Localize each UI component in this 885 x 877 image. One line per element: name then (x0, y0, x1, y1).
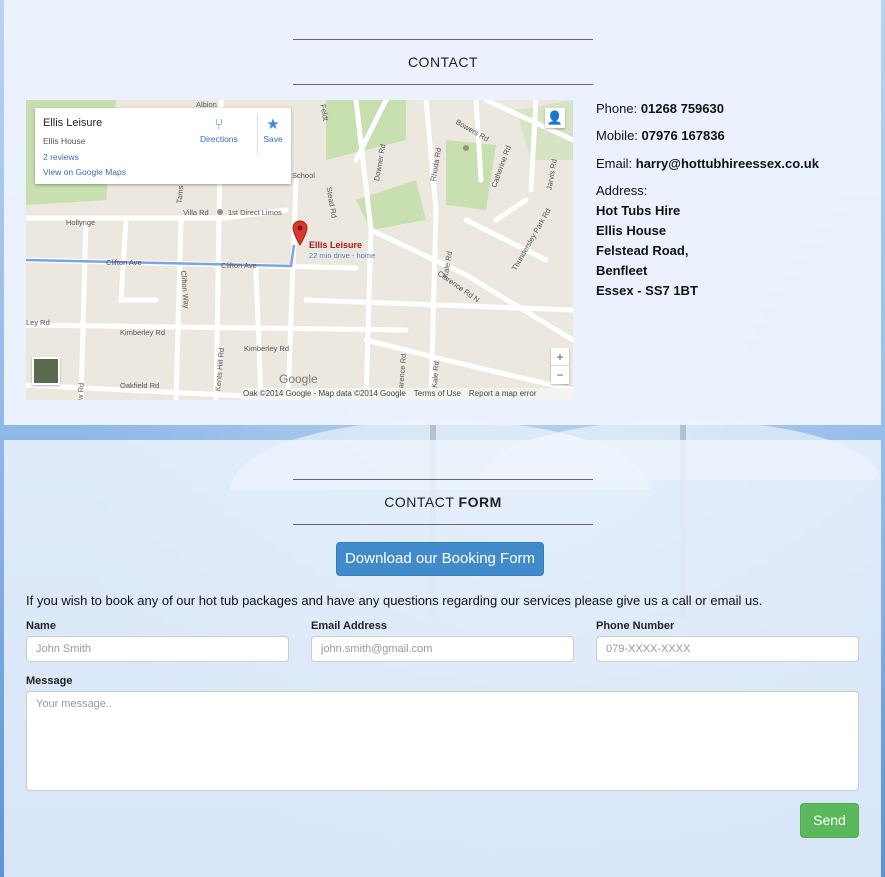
address-line: Essex - SS7 1BT (596, 283, 698, 298)
directions-icon: ⑂ (214, 116, 224, 133)
address-line: Hot Tubs Hire (596, 203, 681, 218)
view-on-google-maps-link[interactable]: View on Google Maps (43, 167, 126, 177)
map-pin-icon[interactable] (292, 220, 308, 246)
terms-of-use-link[interactable]: Terms of Use (414, 389, 461, 398)
email-label: Email: (596, 156, 633, 171)
place-address: Ellis House (43, 136, 86, 146)
address-line: Benfleet (596, 263, 648, 278)
street-label: Ley Rd (26, 318, 50, 327)
contact-form-heading-light: CONTACT (384, 494, 455, 510)
map-pin-drive-time[interactable]: 22 min drive - home (309, 251, 375, 260)
phone-number: 01268 759630 (640, 101, 724, 116)
star-icon: ★ (266, 116, 280, 133)
street-label: Clifton Ave (221, 261, 257, 270)
map-footer-oak: Oak (243, 389, 258, 398)
download-booking-form-button[interactable]: Download our Booking Form (336, 542, 544, 576)
contact-form-heading: CONTACT FORM (293, 479, 593, 525)
save-label: Save (263, 134, 283, 144)
email-row: Email: harry@hottubhireessex.co.uk (596, 156, 819, 171)
message-label: Message (26, 675, 73, 687)
form-intro-text: If you wish to book any of our hot tub p… (26, 593, 763, 608)
contact-heading-text: CONTACT (407, 54, 479, 70)
street-label: Villa Rd (183, 208, 209, 217)
mobile-label: Mobile: (596, 128, 638, 143)
address-label: Address: (596, 183, 648, 198)
map-pin-label: Ellis Leisure (309, 240, 363, 250)
mobile-row: Mobile: 07976 167836 (596, 128, 725, 143)
place-name: Ellis Leisure (43, 117, 103, 129)
street-label: 1st Direct Limos (228, 208, 282, 217)
send-button[interactable]: Send (800, 803, 859, 838)
contact-form-heading-bold: FORM (458, 494, 502, 510)
zoom-control: + − (551, 348, 569, 384)
phone-number-input[interactable] (596, 636, 859, 662)
street-label: ew Rd (75, 382, 87, 400)
zoom-out-button[interactable]: − (551, 366, 569, 384)
email-label: Email Address (311, 620, 388, 632)
map-footer: Oak ©2014 Google - Map data ©2014 Google T… (241, 388, 573, 400)
name-label: Name (26, 620, 56, 632)
google-map[interactable]: Albion Feldt Bowers Rd School Downer Rd … (26, 100, 573, 400)
name-input[interactable] (26, 636, 289, 662)
message-textarea[interactable] (26, 691, 859, 791)
phone-number-label: Phone Number (596, 620, 675, 632)
street-label: Kimberley Rd (244, 344, 290, 353)
contact-heading: CONTACT (293, 39, 593, 85)
street-label: Oakfield Rd (120, 381, 160, 390)
zoom-in-button[interactable]: + (551, 348, 569, 366)
phone-label: Phone: (596, 101, 638, 116)
street-label: School (292, 171, 315, 180)
email-address[interactable]: harry@hottubhireessex.co.uk (636, 156, 819, 171)
address-line: Ellis House (596, 223, 667, 238)
map-attribution: ©2014 Google - Map data ©2014 Google (259, 389, 406, 398)
street-view-pegman-icon[interactable]: 👤 (545, 108, 565, 128)
satellite-view-toggle[interactable] (32, 357, 60, 385)
email-input[interactable] (311, 636, 574, 662)
address-line: Felstead Road, (596, 243, 689, 258)
phone-row: Phone: 01268 759630 (596, 101, 724, 116)
save-button[interactable]: ★ Save (259, 116, 287, 144)
card-divider (257, 114, 258, 154)
street-label: Hollynge (66, 218, 96, 227)
street-label: Tams (174, 185, 186, 204)
mobile-number: 07976 167836 (641, 128, 725, 143)
google-logo: Google (279, 372, 318, 386)
place-card: Ellis Leisure Ellis House 2 reviews View… (35, 108, 291, 184)
street-label: Kimberley Rd (120, 328, 166, 337)
street-label: Clifton Ave (106, 258, 142, 267)
report-map-error-link[interactable]: Report a map error (469, 389, 537, 398)
reviews-link[interactable]: 2 reviews (43, 152, 79, 162)
directions-button[interactable]: ⑂ Directions (200, 116, 238, 144)
directions-label: Directions (200, 134, 238, 144)
